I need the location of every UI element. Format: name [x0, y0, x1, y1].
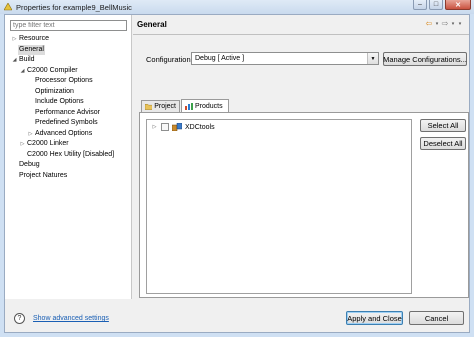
manage-configurations-button[interactable]: Manage Configurations... — [383, 52, 467, 66]
window-title: Properties for example9_BellMusic — [16, 2, 132, 12]
tree-item-label: Project Natures — [19, 171, 68, 179]
products-tree: ▷ XDCtools — [146, 119, 412, 294]
tree-expander-icon[interactable]: ▷ — [11, 34, 18, 45]
apply-and-close-button[interactable]: Apply and Close — [346, 311, 403, 325]
back-history-dropdown-icon[interactable]: ▾ — [434, 21, 440, 27]
property-page-tree: ▷ Resource General ◢ Build ◢ C2000 Compiler Pro… — [5, 34, 132, 181]
tree-item-label: Advanced Options — [35, 129, 93, 137]
product-label: XDCtools — [185, 123, 215, 131]
forward-history-dropdown-icon[interactable]: ▾ — [450, 21, 456, 27]
maximize-button[interactable]: □ — [429, 0, 443, 10]
property-page-content: General ⇦ ▾ ⇨ ▾ ▾ Configuration: Debug [… — [133, 15, 469, 299]
products-icon — [185, 102, 193, 110]
tree-item[interactable]: ◢ C2000 Compiler — [5, 66, 132, 77]
close-button[interactable]: ✕ — [445, 0, 471, 10]
tree-expander-icon[interactable]: ▷ — [27, 129, 34, 140]
tree-item[interactable]: ◢ Build — [5, 55, 132, 66]
tab-products[interactable]: Products — [181, 99, 229, 112]
dropdown-arrow-icon[interactable]: ▼ — [367, 53, 378, 64]
folder-icon — [145, 104, 153, 110]
header-separator — [133, 34, 469, 35]
help-icon[interactable]: ? — [14, 313, 25, 324]
tree-item[interactable]: ▷ Advanced Options — [5, 129, 132, 140]
cancel-button[interactable]: Cancel — [409, 311, 464, 325]
window-controls: – □ ✕ — [413, 0, 471, 10]
product-row-xdctools[interactable]: ▷ XDCtools — [151, 123, 215, 131]
tree-item-label: Processor Options — [35, 77, 93, 84]
select-all-button[interactable]: Select All — [420, 119, 466, 132]
tree-item-label: C2000 Hex Utility [Disabled] — [27, 150, 115, 158]
tab-project-label: Project — [154, 103, 176, 110]
properties-app-icon — [4, 3, 12, 11]
tree-item-label: C2000 Compiler — [27, 66, 78, 74]
tree-item-label: General — [18, 44, 45, 55]
xdctools-package-icon — [172, 123, 182, 131]
tree-item-label: Performance Advisor — [35, 108, 100, 116]
configuration-value: Debug [ Active ] — [195, 55, 245, 62]
tree-item-label: Build — [19, 56, 35, 63]
tree-item[interactable]: Debug — [5, 160, 132, 171]
view-menu-icon[interactable]: ▾ — [457, 21, 463, 27]
configuration-label: Configuration: — [146, 55, 193, 64]
tree-item-label: Debug — [19, 161, 40, 168]
configuration-select[interactable]: Debug [ Active ] ▼ — [191, 52, 379, 65]
filter-input[interactable] — [10, 20, 127, 31]
product-checkbox[interactable] — [161, 123, 169, 131]
tree-item-label: Optimization — [35, 87, 74, 95]
tree-expander-icon[interactable]: ◢ — [11, 55, 18, 66]
tree-item-label: C2000 Linker — [27, 140, 69, 147]
tree-item[interactable]: General — [5, 44, 132, 55]
expand-arrow-icon[interactable]: ▷ — [151, 124, 158, 130]
tree-item[interactable]: Optimization — [5, 87, 132, 98]
tree-item-label: Resource — [19, 35, 49, 42]
tab-products-label: Products — [195, 102, 223, 110]
tree-expander-icon[interactable]: ▷ — [19, 139, 26, 150]
tree-item-label: Include Options — [35, 98, 84, 105]
minimize-button[interactable]: – — [413, 0, 427, 10]
window-titlebar: Properties for example9_BellMusic – □ ✕ — [0, 0, 474, 14]
property-page-tree-pane: ▷ResourceGeneral◢Build◢C2000 CompilerPro… — [5, 15, 132, 299]
tree-item[interactable]: ▷ Resource — [5, 34, 132, 45]
tree-item[interactable]: Project Natures — [5, 171, 132, 182]
tree-item-label: Predefined Symbols — [35, 119, 98, 126]
tree-expander-icon[interactable]: ◢ — [19, 66, 26, 77]
tree-item[interactable]: Processor Options — [5, 76, 132, 87]
tree-item[interactable]: C2000 Hex Utility [Disabled] — [5, 150, 132, 161]
page-title: General — [137, 20, 167, 29]
tab-project[interactable]: Project — [141, 100, 180, 112]
tree-item[interactable]: Include Options — [5, 97, 132, 108]
page-navigation: ⇦ ▾ ⇨ ▾ ▾ — [425, 19, 463, 28]
dialog-client-area: ▷ResourceGeneral◢Build◢C2000 CompilerPro… — [4, 14, 470, 333]
show-advanced-settings-link[interactable]: Show advanced settings — [33, 315, 109, 322]
deselect-all-button[interactable]: Deselect All — [420, 137, 466, 150]
forward-arrow-icon[interactable]: ⇨ — [441, 19, 449, 28]
back-arrow-icon[interactable]: ⇦ — [425, 19, 433, 28]
tree-item[interactable]: Performance Advisor — [5, 108, 132, 119]
products-tab-panel: ▷ XDCtools Select All Deselect All — [139, 112, 469, 298]
tree-item[interactable]: Predefined Symbols — [5, 118, 132, 129]
tree-item[interactable]: ▷ C2000 Linker — [5, 139, 132, 150]
